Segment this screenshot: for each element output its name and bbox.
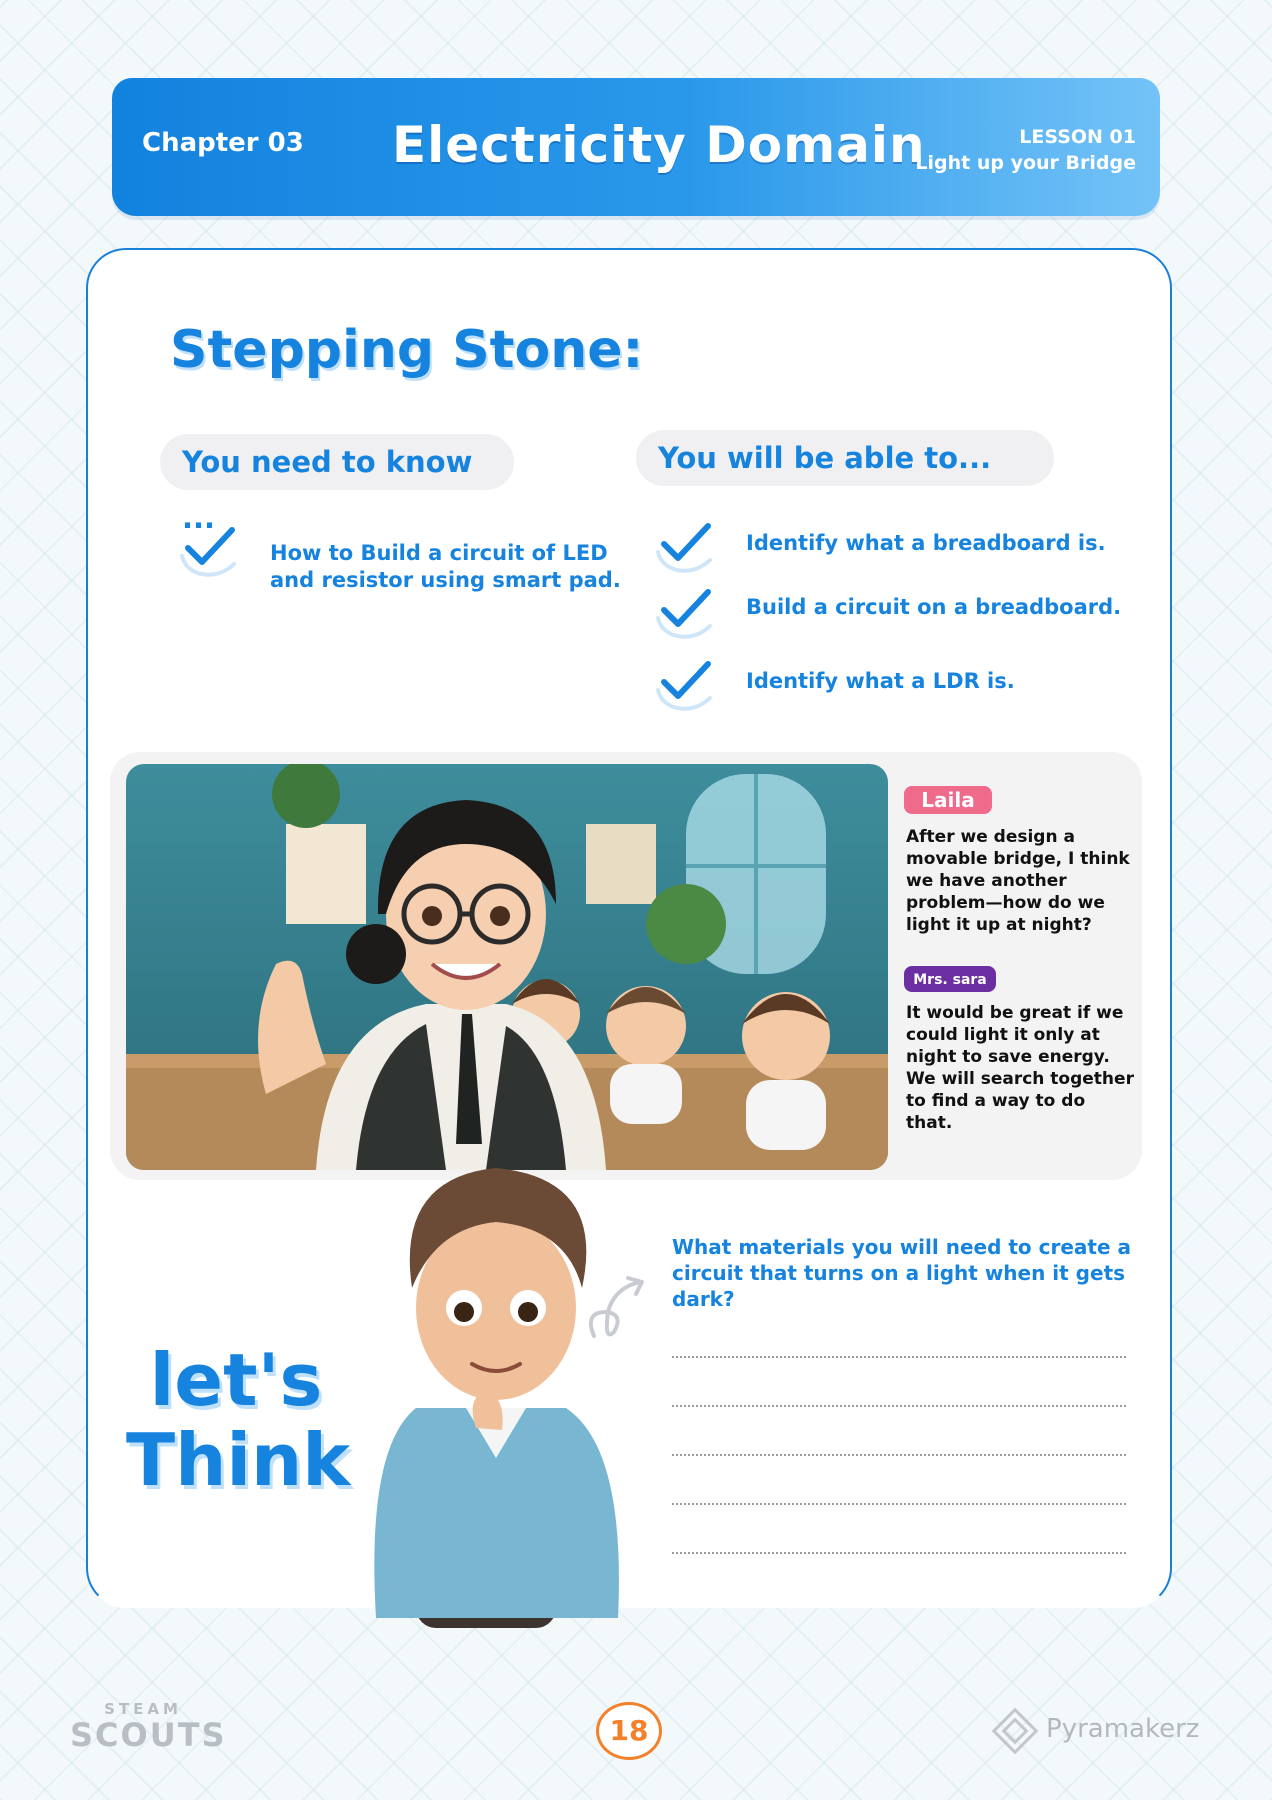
answer-line[interactable] — [672, 1454, 1126, 1456]
need-to-know-heading: You need to know ... — [160, 434, 514, 535]
curved-arrow-icon — [589, 1276, 644, 1338]
pyramakerz-logo-text: Pyramakerz — [1046, 1714, 1200, 1744]
logo-left-big: SCOUTS — [70, 1716, 227, 1754]
checkmark-icon — [656, 661, 712, 711]
able-item-2: Build a circuit on a breadboard. — [746, 595, 1122, 619]
pyramakerz-logo-icon — [991, 1707, 1039, 1755]
checkmark-icon — [656, 523, 712, 573]
domain-title: Electricity Domain — [392, 116, 926, 174]
dialogue-text-sara: It would be great if we could light it o… — [906, 1003, 1134, 1133]
checkmark-icon — [656, 589, 712, 639]
answer-line[interactable] — [672, 1503, 1126, 1505]
speaker-tag-sara: Mrs. sara — [904, 966, 996, 992]
steam-scouts-logo: STEAM SCOUTS — [70, 1700, 227, 1754]
dialogue-text-laila: After we design a movable bridge, I thin… — [906, 827, 1130, 935]
need-item-1: How to Build a circuit of LED and resist… — [270, 541, 621, 592]
lesson-info: LESSON 01 Light up your Bridge — [915, 124, 1136, 176]
page-number: 18 — [596, 1702, 662, 1760]
able-to-heading: You will be able to... — [636, 430, 1054, 486]
speaker-tag-laila: Laila — [904, 786, 992, 814]
classroom-illustration — [126, 764, 888, 1170]
boy-character-illustration — [374, 1168, 619, 1628]
able-item-1: Identify what a breadboard is. — [746, 531, 1106, 555]
answer-line[interactable] — [672, 1405, 1126, 1407]
think-question: What materials you will need to create a… — [672, 1235, 1131, 1311]
lets-think-title: let's Think — [126, 1338, 351, 1502]
answer-line[interactable] — [672, 1356, 1126, 1358]
checkmark-icon — [180, 527, 236, 577]
chapter-label: Chapter 03 — [142, 128, 304, 158]
lesson-title: Light up your Bridge — [915, 152, 1136, 174]
answer-line[interactable] — [672, 1552, 1126, 1554]
lesson-label: LESSON 01 — [1019, 126, 1136, 148]
section-title: Stepping Stone: — [170, 320, 644, 380]
lets-think-line2: Think — [126, 1418, 351, 1502]
able-item-3: Identify what a LDR is. — [746, 669, 1015, 693]
lets-think-line1: let's — [149, 1338, 323, 1422]
